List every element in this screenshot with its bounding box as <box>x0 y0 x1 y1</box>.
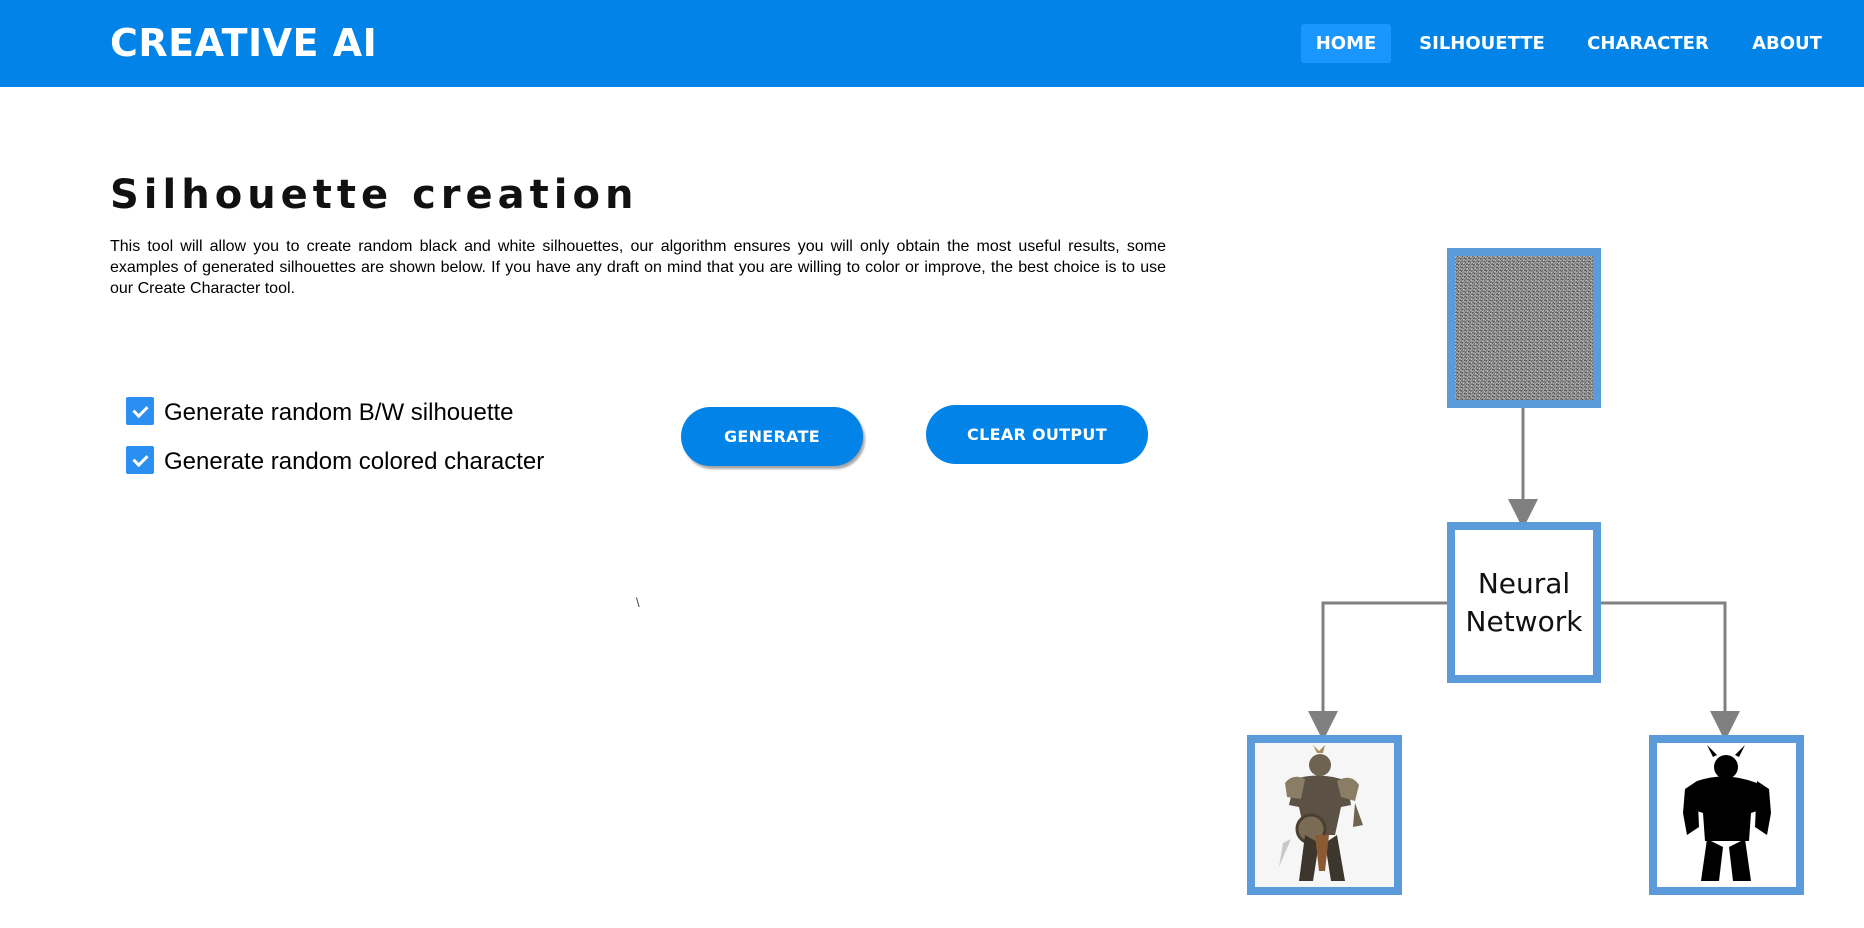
bw-silhouette-output-box <box>1649 735 1804 895</box>
arrow-network-to-warrior <box>1308 601 1448 741</box>
neural-network-box: Neural Network <box>1447 522 1601 683</box>
noise-image <box>1455 256 1593 400</box>
diagram-connectors <box>1308 407 1740 741</box>
black-silhouette-image <box>1657 743 1796 887</box>
armored-warrior-image <box>1255 743 1394 887</box>
neural-network-label-line2: Network <box>1465 604 1583 638</box>
noise-input-box <box>1447 248 1601 408</box>
neural-network-label-line1: Neural <box>1477 566 1571 600</box>
arrow-network-to-silhouette <box>1600 601 1740 741</box>
neural-network-label: Neural Network <box>1455 530 1593 675</box>
colored-character-output-box <box>1247 735 1402 895</box>
